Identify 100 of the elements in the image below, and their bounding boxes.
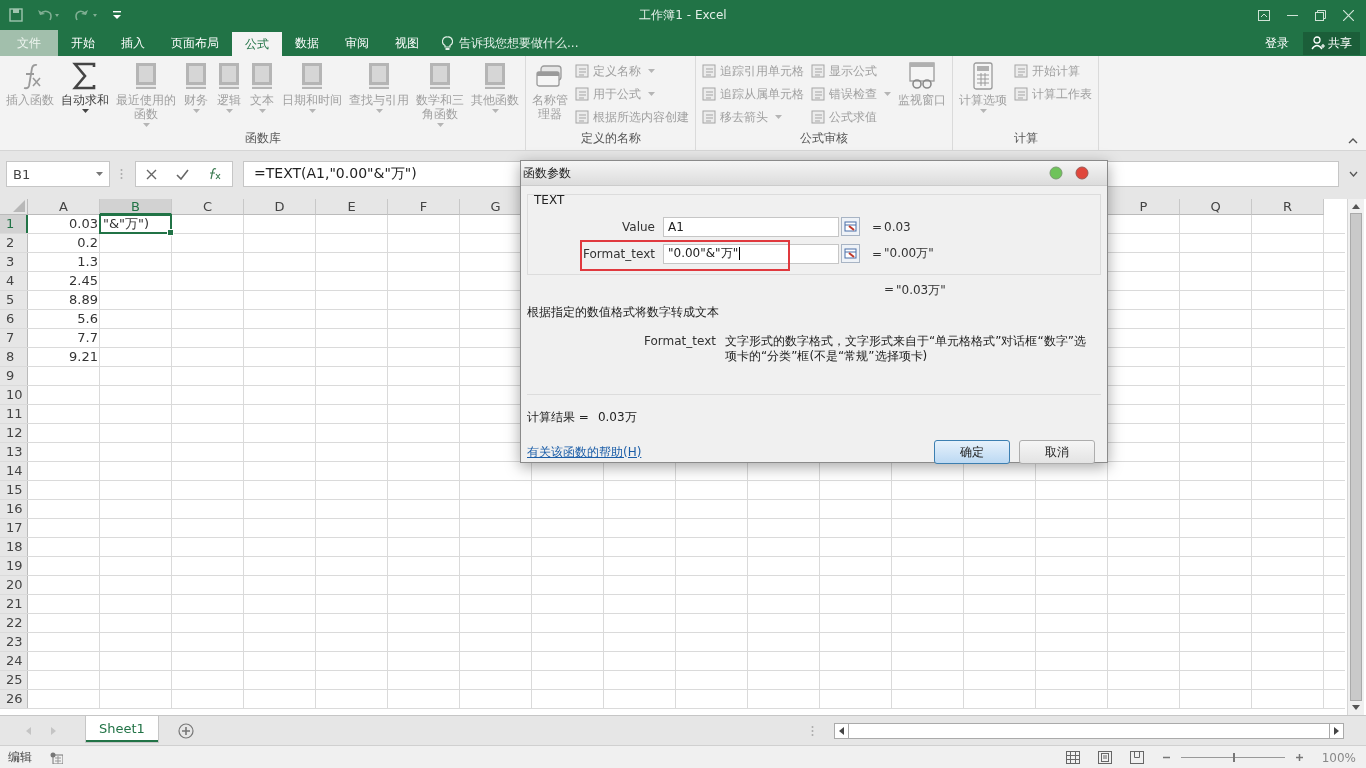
help-link[interactable]: 有关该函数的帮助(H) <box>527 443 642 461</box>
customize-icon[interactable] <box>113 10 121 20</box>
scroll-down-icon[interactable] <box>1352 705 1360 710</box>
row-header[interactable]: 8 <box>0 348 28 366</box>
row-header[interactable]: 20 <box>0 576 28 594</box>
row-header[interactable]: 14 <box>0 462 28 480</box>
page-layout-icon[interactable] <box>1097 751 1112 764</box>
caret-icon <box>192 109 200 113</box>
column-header[interactable]: B <box>100 199 172 215</box>
page-break-icon[interactable] <box>1129 751 1144 764</box>
ribbon-tab[interactable]: 页面布局 <box>158 30 232 56</box>
scroll-left-icon[interactable] <box>839 726 844 735</box>
formula-result: "0.03万" <box>896 282 946 299</box>
horizontal-scrollbar[interactable] <box>834 722 1344 739</box>
function-description: 根据指定的数值格式将数字转成文本 <box>527 304 720 321</box>
check-icon[interactable] <box>176 168 189 180</box>
vertical-scrollbar[interactable] <box>1347 199 1364 715</box>
sheet-tab[interactable]: Sheet1 <box>86 716 158 742</box>
caret-icon <box>979 109 987 113</box>
ribbon-tab[interactable]: 公式 <box>232 32 282 56</box>
column-header[interactable]: A <box>28 199 100 215</box>
ribbon-display-icon[interactable] <box>1258 9 1270 21</box>
caret-icon <box>375 109 383 113</box>
scroll-right-icon[interactable] <box>1334 726 1339 735</box>
redo-icon[interactable] <box>75 8 99 22</box>
tell-me-field[interactable]: 告诉我您想要做什么... <box>457 35 621 51</box>
save-icon[interactable] <box>9 8 23 22</box>
lightbulb-icon <box>442 35 453 51</box>
ribbon-button[interactable]: 自动求和 <box>58 60 112 130</box>
normal-view-icon[interactable] <box>1065 751 1080 764</box>
row-header[interactable]: 24 <box>0 652 28 670</box>
close-icon[interactable] <box>1075 166 1089 180</box>
row-header[interactable]: 4 <box>0 272 28 290</box>
column-header[interactable]: R <box>1252 199 1324 215</box>
restore-icon[interactable] <box>1315 9 1326 21</box>
column-header[interactable]: C <box>172 199 244 215</box>
row-header[interactable]: 25 <box>0 671 28 689</box>
row-header[interactable]: 7 <box>0 329 28 347</box>
watch-window-icon <box>907 62 937 90</box>
row-header[interactable]: 23 <box>0 633 28 651</box>
row-header[interactable]: 19 <box>0 557 28 575</box>
ribbon-tab[interactable]: 数据 <box>282 30 332 56</box>
tool-icon <box>811 64 826 78</box>
argument-field[interactable]: "0.00"&"万" <box>663 243 839 264</box>
table-cell-text: 2.45 <box>68 272 99 290</box>
undo-icon[interactable] <box>37 8 61 22</box>
collapse-ribbon-icon[interactable] <box>1348 138 1358 144</box>
sign-in-link[interactable]: 登录 <box>1257 34 1297 52</box>
column-header[interactable]: F <box>388 199 460 215</box>
window-title: 工作簿1 - Excel <box>639 6 727 24</box>
name-box[interactable]: B1 <box>6 161 110 187</box>
tool-icon <box>1014 64 1029 78</box>
row-header[interactable]: 22 <box>0 614 28 632</box>
ribbon-tab[interactable]: 审阅 <box>332 30 382 56</box>
column-header[interactable]: D <box>244 199 316 215</box>
row-header[interactable]: 9 <box>0 367 28 385</box>
row-header[interactable]: 6 <box>0 310 28 328</box>
row-header[interactable]: 5 <box>0 291 28 309</box>
tool-icon <box>575 87 590 101</box>
row-header[interactable]: 12 <box>0 424 28 442</box>
tool-icon <box>575 64 590 78</box>
macro-record-icon[interactable] <box>50 751 63 764</box>
row-header[interactable]: 2 <box>0 234 28 252</box>
ribbon-tab[interactable]: 开始 <box>58 30 108 56</box>
ribbon-tab[interactable]: 插入 <box>108 30 158 56</box>
tool-icon <box>702 87 717 101</box>
zoom-in-icon[interactable] <box>1294 753 1304 762</box>
row-header[interactable]: 26 <box>0 690 28 708</box>
share-button[interactable]: 共享 <box>1303 31 1360 55</box>
expand-icon[interactable] <box>1349 171 1358 177</box>
caret-icon <box>884 92 891 96</box>
row-header[interactable]: 13 <box>0 443 28 461</box>
row-header[interactable]: 16 <box>0 500 28 518</box>
book-icon <box>183 62 209 90</box>
column-header[interactable]: E <box>316 199 388 215</box>
row-header[interactable]: 3 <box>0 253 28 271</box>
scroll-up-icon[interactable] <box>1352 204 1360 209</box>
row-header[interactable]: 17 <box>0 519 28 537</box>
cancel-icon[interactable] <box>145 168 157 180</box>
column-header[interactable]: P <box>1108 199 1180 215</box>
cancel-button[interactable]: 取消 <box>1019 440 1095 464</box>
row-header[interactable]: 21 <box>0 595 28 613</box>
row-header[interactable]: 11 <box>0 405 28 423</box>
ribbon-tab[interactable]: 视图 <box>382 30 432 56</box>
help-dot-icon[interactable] <box>1049 166 1063 180</box>
collapse-dialog-icon[interactable] <box>841 244 860 263</box>
caret-icon <box>648 69 655 73</box>
collapse-dialog-icon[interactable] <box>841 217 860 236</box>
insert-function-icon[interactable] <box>208 168 223 180</box>
row-header[interactable]: 10 <box>0 386 28 404</box>
row-header[interactable]: 18 <box>0 538 28 556</box>
group-label: 函数库 <box>243 130 282 147</box>
argument-field[interactable]: A1 <box>663 216 839 237</box>
group-label: 公式审核 <box>799 130 849 147</box>
row-header[interactable]: 1 <box>0 215 28 233</box>
row-header[interactable]: 15 <box>0 481 28 499</box>
zoom-thumb[interactable] <box>1232 753 1235 762</box>
add-sheet-icon[interactable] <box>177 722 194 739</box>
column-header[interactable]: Q <box>1180 199 1252 215</box>
ok-button[interactable]: 确定 <box>934 440 1010 464</box>
